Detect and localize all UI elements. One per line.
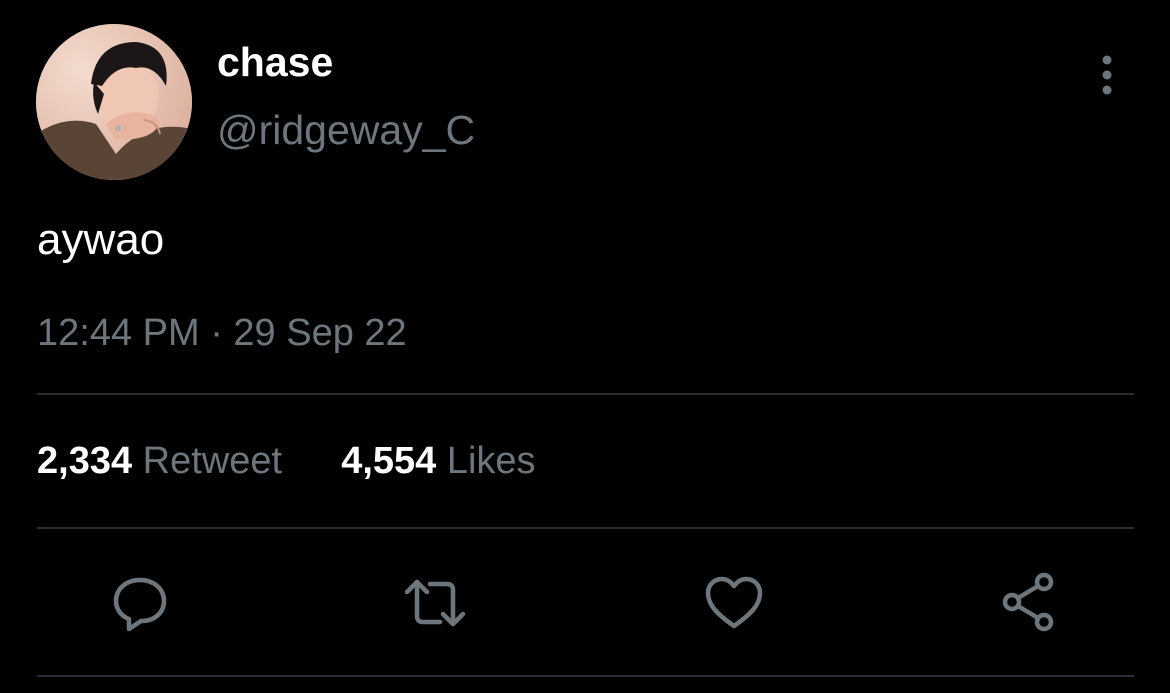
likes-count: 4,554 [341, 440, 437, 482]
tweet-stats: 2,334 Retweet 4,554 Likes [37, 438, 536, 484]
divider [37, 393, 1134, 395]
share-icon [1002, 572, 1054, 632]
retweet-icon [404, 579, 466, 627]
more-options-icon[interactable] [1090, 52, 1124, 98]
reply-button[interactable] [109, 572, 171, 634]
like-icon [705, 576, 763, 629]
reply-icon [113, 577, 167, 632]
avatar[interactable] [36, 24, 192, 180]
like-button[interactable] [703, 572, 765, 634]
avatar-image [36, 24, 192, 180]
user-handle[interactable]: @ridgeway_C [217, 106, 475, 154]
divider [37, 527, 1134, 529]
likes-label: Likes [446, 440, 536, 482]
retweets-stat[interactable]: 2,334 Retweet [37, 440, 293, 482]
likes-stat[interactable]: 4,554 Likes [331, 440, 536, 482]
retweets-label: Retweet [142, 440, 283, 482]
tweet-timestamp[interactable]: 12:44 PM · 29 Sep 22 [37, 310, 407, 356]
divider [37, 675, 1134, 677]
tweet-text: aywao [37, 215, 165, 264]
retweets-count: 2,334 [37, 440, 133, 482]
display-name[interactable]: chase [217, 38, 333, 86]
share-button[interactable] [1000, 572, 1062, 634]
retweet-button[interactable] [404, 572, 466, 634]
tweet-card: chase @ridgeway_C aywao 12:44 PM · 29 Se… [0, 0, 1170, 693]
